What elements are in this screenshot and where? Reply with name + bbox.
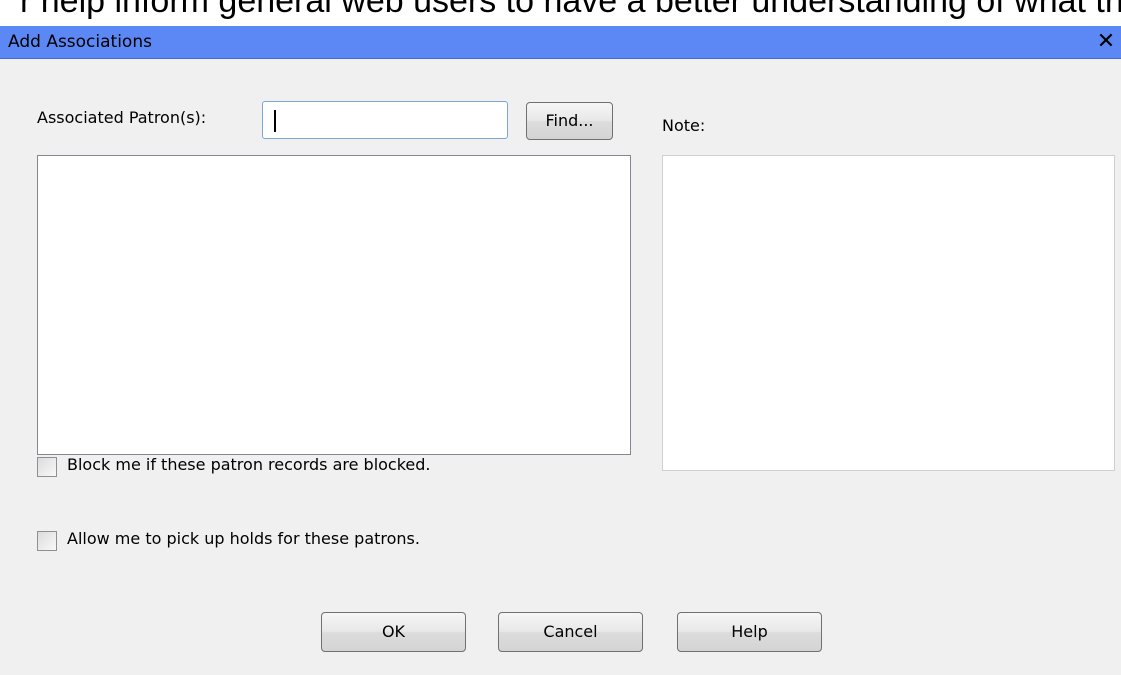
find-button[interactable]: Find... bbox=[526, 102, 613, 140]
text-caret bbox=[274, 110, 276, 132]
associated-patrons-input[interactable] bbox=[262, 101, 508, 139]
pickup-checkbox-row[interactable]: Allow me to pick up holds for these patr… bbox=[37, 528, 517, 552]
block-checkbox-label[interactable]: Block me if these patron records are blo… bbox=[67, 455, 431, 474]
add-associations-dialog: Add Associations ✕ Associated Patron(s):… bbox=[0, 26, 1121, 675]
background-page-strip: r help inform general web users to have … bbox=[0, 0, 1121, 26]
help-button[interactable]: Help bbox=[677, 612, 822, 652]
cancel-button[interactable]: Cancel bbox=[498, 612, 643, 652]
associated-patrons-label: Associated Patron(s): bbox=[37, 108, 207, 127]
dialog-titlebar: Add Associations ✕ bbox=[0, 26, 1121, 59]
pickup-checkbox[interactable] bbox=[37, 531, 57, 551]
ok-button[interactable]: OK bbox=[321, 612, 466, 652]
dialog-title: Add Associations bbox=[8, 32, 152, 52]
note-label: Note: bbox=[662, 116, 706, 135]
block-checkbox-row[interactable]: Block me if these patron records are blo… bbox=[37, 454, 517, 478]
block-checkbox[interactable] bbox=[37, 457, 57, 477]
pickup-checkbox-label[interactable]: Allow me to pick up holds for these patr… bbox=[67, 529, 420, 548]
associated-patrons-list[interactable] bbox=[37, 155, 631, 455]
close-button[interactable]: ✕ bbox=[1093, 28, 1119, 55]
note-textarea[interactable] bbox=[662, 155, 1115, 471]
background-page-text: r help inform general web users to have … bbox=[20, 0, 1121, 20]
close-icon: ✕ bbox=[1096, 29, 1116, 54]
